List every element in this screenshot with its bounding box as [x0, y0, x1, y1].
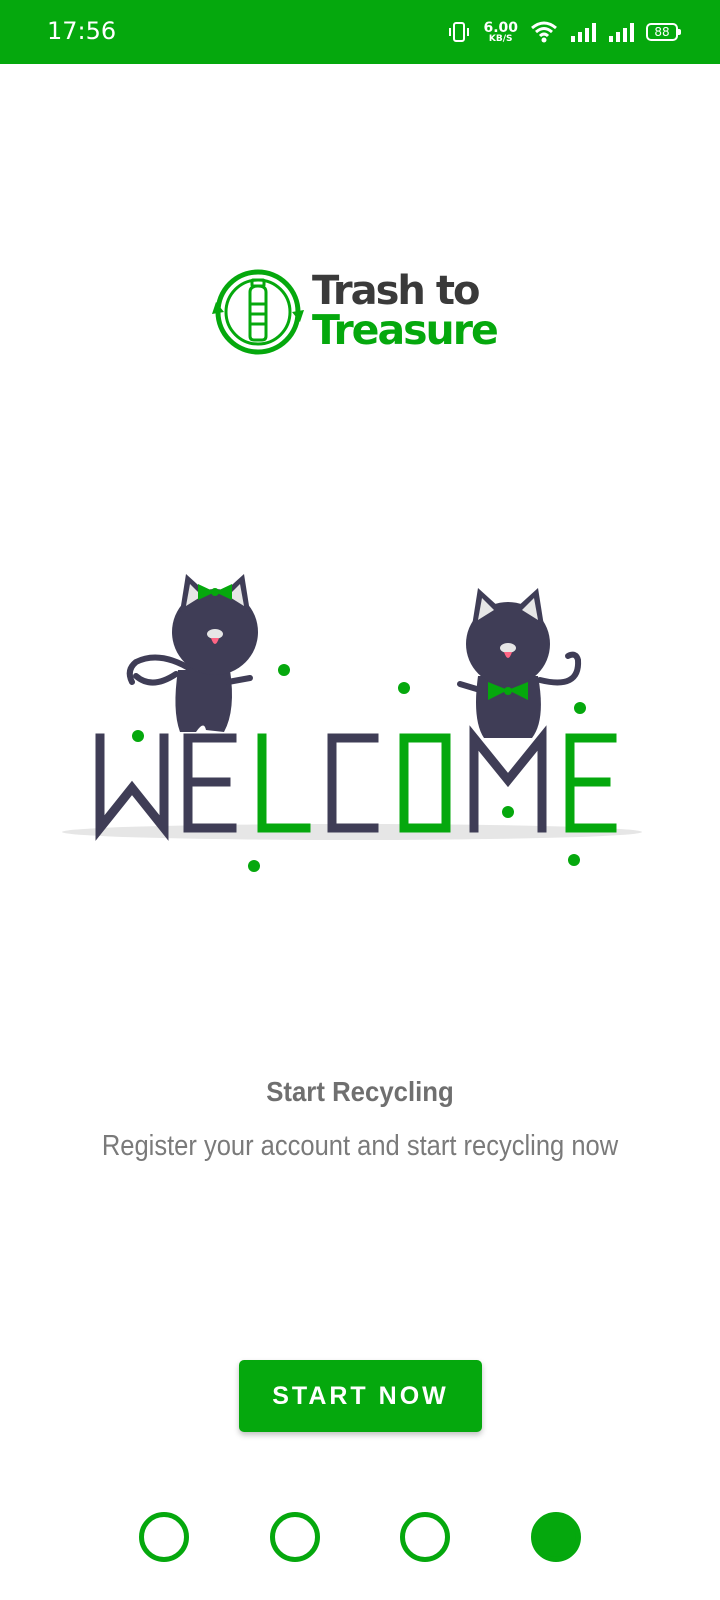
page-dot-1[interactable] [139, 1512, 189, 1562]
page-dot-2[interactable] [270, 1512, 320, 1562]
welcome-lettering [95, 725, 617, 841]
battery-icon: 88 [646, 23, 681, 41]
cat-right [457, 588, 582, 738]
welcome-illustration [62, 574, 642, 872]
network-speed-value: 6.00 [483, 19, 518, 36]
start-now-button[interactable]: START NOW [239, 1360, 482, 1432]
status-icons: 6.00 KB/S 88 [447, 14, 681, 50]
logo-text-line2: Treasure [312, 306, 499, 354]
letter-c [327, 733, 379, 833]
battery-level: 88 [654, 25, 670, 39]
signal-icon [571, 23, 596, 42]
onboarding-title: Start Recycling [266, 1076, 454, 1107]
page-dot-3[interactable] [400, 1512, 450, 1562]
app-logo: Trash to Treasure [212, 266, 512, 358]
letter-o [399, 733, 451, 833]
letter-e [183, 733, 237, 833]
wifi-icon [531, 21, 557, 43]
network-speed: 6.00 KB/S [483, 21, 518, 44]
letter-w [95, 733, 169, 841]
signal-icon [609, 23, 634, 42]
onboarding-description: Register your account and start recyclin… [101, 1130, 619, 1162]
recycle-bottle-icon [212, 269, 304, 355]
vibrate-icon [449, 22, 470, 42]
letter-e2 [565, 733, 617, 833]
cat-left [126, 574, 258, 732]
page-dot-4[interactable] [531, 1512, 581, 1562]
status-bar: 17:56 6.00 KB/S 88 [0, 0, 720, 64]
network-speed-unit: KB/S [488, 33, 513, 44]
status-time: 17:56 [47, 17, 117, 45]
letter-l [257, 733, 311, 833]
